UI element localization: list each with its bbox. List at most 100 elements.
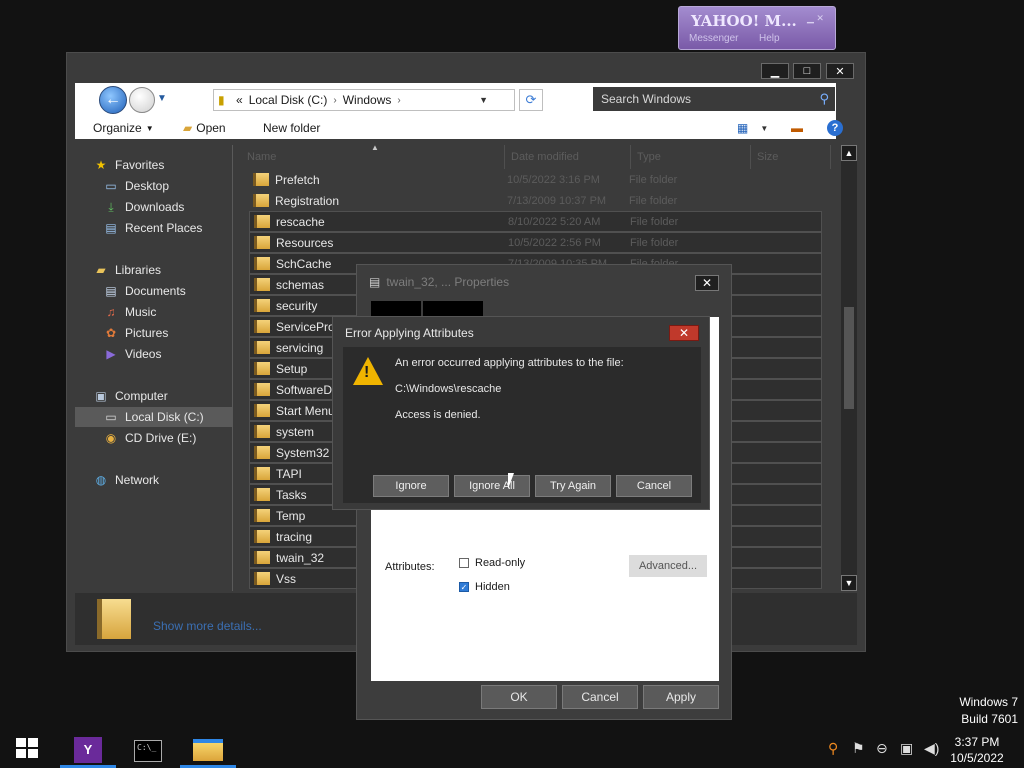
yahoo-help-menu[interactable]: Help (759, 33, 780, 44)
help-button[interactable]: ? (827, 120, 843, 136)
taskbar: Y C:\_ ⚲ ⚑ ⊖ ▣ ◀) 3:37 PM 10/5/2022 (0, 730, 1024, 768)
properties-title-bar: ▤ twain_32, ... Properties (369, 275, 509, 289)
star-icon: ★ (95, 158, 107, 172)
file-row[interactable]: Resources 10/5/2022 2:56 PM File folder (249, 232, 822, 253)
try-again-button[interactable]: Try Again (535, 475, 611, 497)
search-input[interactable]: Search Windows ⚲ (593, 87, 835, 111)
download-icon: ⤓ (108, 199, 114, 214)
folder-open-icon: ▰ (183, 121, 193, 135)
yahoo-messenger-menu[interactable]: Messenger (689, 33, 738, 44)
preview-pane-button[interactable]: ▬ (791, 121, 803, 135)
folder-icon (254, 236, 270, 249)
nav-computer[interactable]: ▣ Computer (93, 386, 167, 406)
column-header-name[interactable]: Name ▲ (241, 143, 505, 169)
address-overflow[interactable]: « (236, 93, 243, 107)
taskbar-clock[interactable]: 3:37 PM 10/5/2022 (946, 734, 1008, 766)
taskbar-yahoo-messenger[interactable]: Y (60, 734, 116, 768)
chevron-down-icon[interactable]: ▼ (479, 95, 488, 105)
error-path: C:\Windows\rescache (395, 383, 502, 395)
properties-tabs[interactable] (371, 301, 483, 317)
properties-title: twain_32, ... Properties (386, 275, 510, 289)
documents-icon: ▤ (105, 284, 117, 298)
nav-documents[interactable]: ▤ Documents (103, 281, 185, 301)
hard-drive-icon: ▭ (105, 410, 117, 424)
no-entry-icon[interactable]: ⊖ (876, 740, 888, 757)
action-center-icon[interactable]: ⚑ (852, 740, 865, 757)
maximize-button[interactable]: □ (793, 63, 821, 79)
videos-icon: ▶ (106, 347, 116, 361)
nav-local-disk[interactable]: ▭ Local Disk (C:) (75, 407, 232, 427)
file-row[interactable]: rescache 8/10/2022 5:20 AM File folder (249, 211, 822, 232)
error-close-button[interactable]: ✕ (669, 325, 699, 341)
open-button[interactable]: ▰ Open (183, 121, 226, 135)
apply-button[interactable]: Apply (643, 685, 719, 709)
search-icon[interactable]: ⚲ (819, 91, 829, 107)
yahoo-window-controls-icon[interactable]: ▁ ✕ (807, 13, 824, 24)
back-button[interactable]: ← (99, 86, 127, 114)
taskbar-command-prompt[interactable]: C:\_ (120, 734, 176, 768)
folder-icon (254, 425, 270, 438)
chevron-right-icon[interactable]: › (333, 95, 336, 106)
nav-pictures[interactable]: ✿ Pictures (103, 323, 168, 343)
ignore-button[interactable]: Ignore (373, 475, 449, 497)
column-header-date[interactable]: Date modified (505, 145, 631, 169)
start-button[interactable] (16, 738, 38, 758)
file-list-scrollbar[interactable]: ▲ ▼ (841, 145, 857, 591)
network-tray-icon[interactable]: ▣ (900, 740, 913, 757)
yahoo-messenger-window[interactable]: YAHOO! M... ▁ ✕ Messenger Help (678, 6, 836, 50)
new-folder-button[interactable]: New folder (263, 121, 320, 135)
file-row[interactable]: Prefetch 10/5/2022 3:16 PM File folder (249, 169, 822, 190)
nav-downloads[interactable]: ⤓ Downloads (103, 197, 184, 217)
file-date: 10/5/2022 3:16 PM (507, 173, 600, 186)
forward-button[interactable] (129, 87, 155, 113)
readonly-checkbox[interactable]: Read-only (459, 557, 525, 569)
advanced-button[interactable]: Advanced... (629, 555, 707, 577)
nav-videos[interactable]: ▶ Videos (103, 344, 161, 364)
organize-button[interactable]: Organize ▼ (93, 121, 154, 135)
folder-icon (193, 738, 223, 761)
nav-network[interactable]: ◍ Network (93, 470, 159, 490)
clock-date: 10/5/2022 (950, 751, 1004, 765)
breadcrumb-windows[interactable]: Windows (343, 93, 392, 107)
volume-icon[interactable]: ◀) (924, 740, 939, 757)
folder-icon (254, 530, 270, 543)
change-view-button[interactable]: ▦ ▼ (737, 121, 768, 135)
nav-desktop[interactable]: ▭ Desktop (103, 176, 169, 196)
hidden-label: Hidden (475, 581, 510, 593)
address-bar[interactable]: ▮ « Local Disk (C:) › Windows › ▼ (213, 89, 515, 111)
breadcrumb-local-disk[interactable]: Local Disk (C:) (249, 93, 328, 107)
folder-icon (254, 341, 270, 354)
nav-libraries[interactable]: ▰ Libraries (93, 260, 161, 280)
close-button[interactable]: ✕ (826, 63, 854, 79)
column-header-size[interactable]: Size (751, 145, 831, 169)
refresh-button[interactable]: ⟳ (519, 89, 543, 111)
nav-recent-places[interactable]: ▤ Recent Places (103, 218, 202, 238)
recent-pages-dropdown[interactable]: ▼ (157, 93, 167, 104)
file-row[interactable]: Registration 7/13/2009 10:37 PM File folde… (249, 190, 822, 211)
ok-button[interactable]: OK (481, 685, 557, 709)
hidden-checkbox[interactable]: ✓ Hidden (459, 581, 510, 593)
preview-pane-icon: ▬ (791, 121, 803, 135)
scroll-thumb[interactable] (844, 307, 854, 409)
folder-icon (254, 257, 270, 270)
nav-cd-drive[interactable]: ◉ CD Drive (E:) (103, 428, 197, 448)
taskbar-file-explorer[interactable] (180, 734, 236, 768)
show-more-details-link[interactable]: Show more details... (153, 619, 262, 633)
folder-icon (254, 215, 270, 228)
search-icon[interactable]: ⚲ (828, 740, 838, 757)
nav-downloads-label: Downloads (125, 200, 185, 214)
cancel-button[interactable]: Cancel (562, 685, 638, 709)
file-date: 10/5/2022 2:56 PM (508, 236, 601, 249)
error-cancel-button[interactable]: Cancel (616, 475, 692, 497)
nav-favorites[interactable]: ★ Favorites (93, 155, 165, 175)
column-header-type[interactable]: Type (631, 145, 751, 169)
scroll-up-icon[interactable]: ▲ (841, 145, 857, 161)
chevron-right-icon[interactable]: › (397, 95, 400, 106)
drive-icon: ▮ (218, 93, 225, 107)
file-date: 8/10/2022 5:20 AM (508, 215, 601, 228)
properties-close-button[interactable]: ✕ (695, 275, 719, 291)
nav-music[interactable]: ♫ Music (103, 302, 157, 322)
minimize-button[interactable]: ▁ (761, 63, 789, 79)
scroll-down-icon[interactable]: ▼ (841, 575, 857, 591)
ignore-all-button[interactable]: Ignore All (454, 475, 530, 497)
